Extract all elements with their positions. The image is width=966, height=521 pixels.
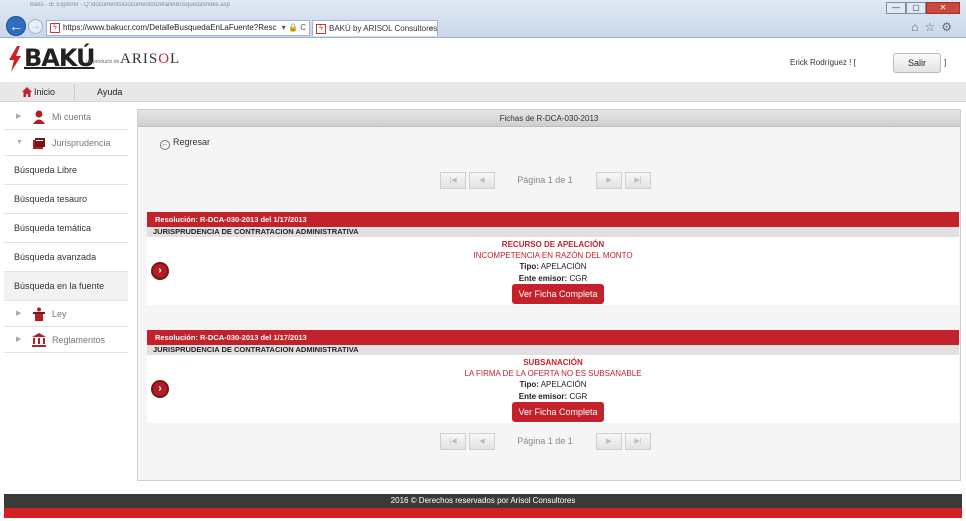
back-button[interactable]: ← xyxy=(6,16,26,36)
back-link[interactable]: ← Regresar xyxy=(160,137,210,150)
maximize-button[interactable]: ▢ xyxy=(906,2,926,14)
home-favorites-settings-icons[interactable]: ⌂☆⚙ xyxy=(911,20,958,34)
brand-tagline: un producto de xyxy=(86,59,120,65)
sidebar-link-thesaurus-search[interactable]: Búsqueda tesauro xyxy=(4,185,128,214)
result-card: Resolución: R-DCA-030-2013 del 1/17/2013… xyxy=(147,330,959,423)
sidebar-link-source-search[interactable]: Búsqueda en la fuente xyxy=(4,272,128,301)
card-type: Tipo: APELACIÓN xyxy=(519,262,587,271)
minimize-button[interactable]: — xyxy=(886,2,906,14)
back-link-label: Regresar xyxy=(173,137,211,147)
user-name: Erick Rodríguez ! [ xyxy=(790,58,856,67)
last-page-button[interactable]: ▶| xyxy=(625,433,651,450)
next-page-button[interactable]: ▶ xyxy=(596,172,622,189)
back-arrow-icon: ← xyxy=(160,140,170,150)
card-category: JURISPRUDENCIA DE CONTRATACION ADMINISTR… xyxy=(147,345,959,355)
first-page-button[interactable]: |◀ xyxy=(440,172,466,189)
window-title: Baku - IE Explorer - Q:\documents\Docume… xyxy=(30,2,231,8)
address-text: https://www.bakucr.com/DetalleBusquedaEn… xyxy=(63,23,277,32)
lightning-bolt-icon xyxy=(9,46,21,72)
book-icon xyxy=(33,138,45,149)
podium-icon xyxy=(33,307,45,321)
sidebar-item-label: Jurisprudencia xyxy=(52,138,111,148)
chevron-right-icon[interactable]: › xyxy=(151,380,169,398)
tab-favicon-icon: ϟ xyxy=(316,24,326,34)
view-full-record-button[interactable]: Ver Ficha Completa xyxy=(512,402,604,422)
forward-button[interactable]: → xyxy=(28,19,43,34)
footer: 2016 © Derechos reservados por Arisol Co… xyxy=(4,494,962,508)
expand-triangle-icon: ▶ xyxy=(16,336,22,343)
sidebar-item-label: Reglamentos xyxy=(52,335,106,345)
card-description: INCOMPETENCIA EN RAZÓN DEL MONTO xyxy=(473,251,633,260)
panel-title: Fichas de R-DCA-030-2013 xyxy=(138,110,960,127)
page-indicator: Página 1 de 1 xyxy=(517,175,573,185)
sidebar: ▶ Mi cuenta ▼ Jurisprudencia Búsqueda Li… xyxy=(4,104,128,354)
institution-icon xyxy=(32,333,46,347)
sidebar-item-law[interactable]: ▶ Ley xyxy=(4,301,128,327)
card-description: LA FIRMA DE LA OFERTA NO ES SUBSANABLE xyxy=(464,369,642,378)
sidebar-item-account[interactable]: ▶ Mi cuenta xyxy=(4,104,128,130)
logout-button[interactable]: Salir xyxy=(893,53,941,73)
close-window-button[interactable]: ✕ xyxy=(926,2,960,14)
prev-page-button[interactable]: ◀ xyxy=(469,433,495,450)
address-bar[interactable]: ϟ https://www.bakucr.com/DetalleBusqueda… xyxy=(46,20,310,36)
card-type: Tipo: APELACIÓN xyxy=(519,380,587,389)
card-topic: SUBSANACIÓN xyxy=(523,358,583,367)
footer-accent-bar xyxy=(4,508,962,518)
user-bracket: ] xyxy=(944,58,947,67)
expand-triangle-icon: ▶ xyxy=(16,113,22,120)
sidebar-item-regulations[interactable]: ▶ Reglamentos xyxy=(4,327,128,353)
last-page-button[interactable]: ▶| xyxy=(625,172,651,189)
view-full-record-button[interactable]: Ver Ficha Completa xyxy=(512,284,604,304)
card-resolution-header: Resolución: R-DCA-030-2013 del 1/17/2013 xyxy=(147,330,959,345)
menu-home[interactable]: Inicio xyxy=(34,82,55,102)
address-tools[interactable]: ▾ 🔒 C xyxy=(282,21,306,35)
sidebar-link-free-search[interactable]: Búsqueda Libre xyxy=(4,156,128,185)
pager-bottom: |◀ ◀ Página 1 de 1 ▶ ▶| xyxy=(440,433,652,452)
page-indicator: Página 1 de 1 xyxy=(517,436,573,446)
tab-title: BAKÚ by ARISOL Consultores xyxy=(329,24,438,33)
first-page-button[interactable]: |◀ xyxy=(440,433,466,450)
sidebar-item-label: Ley xyxy=(52,309,67,319)
card-category: JURISPRUDENCIA DE CONTRATACION ADMINISTR… xyxy=(147,227,959,237)
expand-triangle-icon: ▶ xyxy=(16,310,22,317)
prev-page-button[interactable]: ◀ xyxy=(469,172,495,189)
sidebar-item-label: Mi cuenta xyxy=(52,112,92,122)
browser-chrome: Baku - IE Explorer - Q:\documents\Docume… xyxy=(0,0,966,38)
next-page-button[interactable]: ▶ xyxy=(596,433,622,450)
result-card: Resolución: R-DCA-030-2013 del 1/17/2013… xyxy=(147,212,959,305)
window-controls: — ▢ ✕ xyxy=(886,2,960,15)
company-logo-text: ARISOL xyxy=(120,51,181,67)
user-icon xyxy=(33,110,45,124)
sidebar-link-thematic-search[interactable]: Búsqueda temática xyxy=(4,214,128,243)
browser-tab[interactable]: ϟ BAKÚ by ARISOL Consultores × xyxy=(312,20,438,36)
sidebar-link-advanced-search[interactable]: Búsqueda avanzada xyxy=(4,243,128,272)
menu-help[interactable]: Ayuda xyxy=(97,82,122,102)
card-issuer: Ente emisor: CGR xyxy=(518,392,588,401)
chevron-right-icon[interactable]: › xyxy=(151,262,169,280)
menu-divider xyxy=(74,84,75,100)
main-menubar xyxy=(0,82,966,102)
pager-top: |◀ ◀ Página 1 de 1 ▶ ▶| xyxy=(440,172,652,191)
brand-name: BAKÚ xyxy=(24,44,96,72)
sidebar-item-jurisprudence[interactable]: ▼ Jurisprudencia xyxy=(4,130,128,156)
collapse-triangle-icon: ▼ xyxy=(16,139,23,146)
card-resolution-header: Resolución: R-DCA-030-2013 del 1/17/2013 xyxy=(147,212,959,227)
tab-close-icon[interactable]: × xyxy=(429,21,434,36)
home-icon xyxy=(22,87,32,97)
card-topic: RECURSO DE APELACIÓN xyxy=(501,240,605,249)
site-favicon-icon: ϟ xyxy=(50,23,60,33)
card-issuer: Ente emisor: CGR xyxy=(518,274,588,283)
